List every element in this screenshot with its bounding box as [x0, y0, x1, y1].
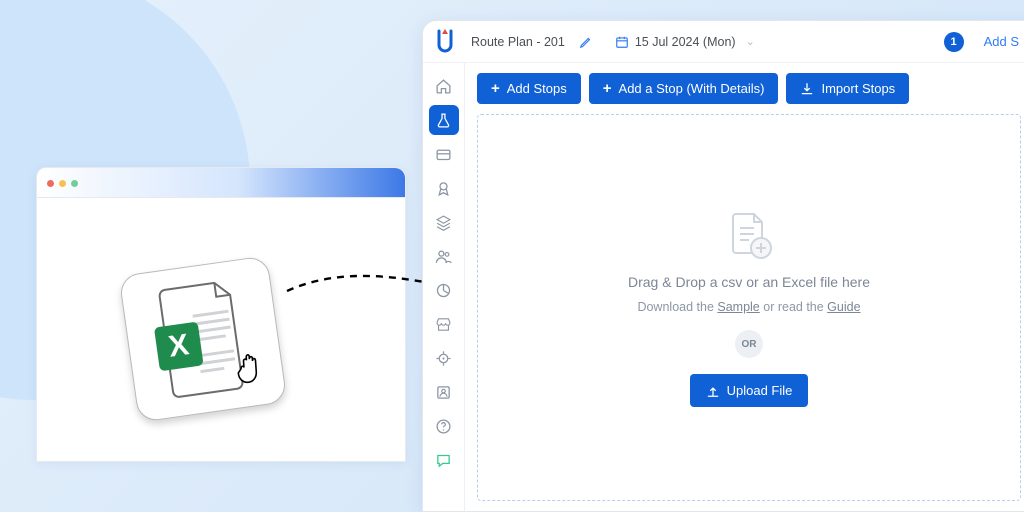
date-selector[interactable]: 15 Jul 2024 (Mon) ⌄	[615, 35, 755, 49]
target-icon	[435, 350, 452, 367]
excel-file-card: X	[118, 255, 287, 422]
add-stop-details-button[interactable]: + Add a Stop (With Details)	[589, 73, 779, 104]
dropzone-subtext: Download the Sample or read the Guide	[637, 300, 860, 314]
grab-cursor-icon	[231, 347, 274, 390]
import-stops-label: Import Stops	[821, 81, 895, 96]
step-label: Add S	[984, 34, 1019, 49]
card-icon	[435, 146, 452, 163]
store-icon	[435, 316, 452, 333]
file-dropzone[interactable]: Drag & Drop a csv or an Excel file here …	[477, 114, 1021, 501]
upload-file-button[interactable]: Upload File	[690, 374, 809, 407]
nav-contacts[interactable]	[429, 377, 459, 407]
sample-link[interactable]: Sample	[717, 300, 759, 314]
window-controls	[47, 174, 83, 192]
nav-store[interactable]	[429, 309, 459, 339]
dropzone-title: Drag & Drop a csv or an Excel file here	[628, 274, 870, 290]
import-stops-button[interactable]: Import Stops	[786, 73, 909, 104]
app-window: Route Plan - 201 15 Jul 2024 (Mon) ⌄ 1 A…	[422, 20, 1024, 512]
nav-orders[interactable]	[429, 139, 459, 169]
side-nav	[423, 63, 465, 511]
chat-icon	[435, 452, 452, 469]
app-logo-icon	[435, 29, 455, 55]
add-stops-button[interactable]: + Add Stops	[477, 73, 581, 104]
route-plan-title: Route Plan - 201	[471, 35, 565, 49]
app-header: Route Plan - 201 15 Jul 2024 (Mon) ⌄ 1 A…	[423, 21, 1024, 63]
add-stop-details-label: Add a Stop (With Details)	[619, 81, 765, 96]
help-icon	[435, 418, 452, 435]
flask-icon	[435, 112, 452, 129]
or-divider: OR	[735, 330, 763, 358]
main-pane: + Add Stops + Add a Stop (With Details) …	[465, 63, 1024, 511]
chevron-down-icon: ⌄	[746, 35, 755, 48]
date-text: 15 Jul 2024 (Mon)	[635, 35, 736, 49]
nav-chat[interactable]	[429, 445, 459, 475]
add-stops-label: Add Stops	[507, 81, 567, 96]
nav-badge[interactable]	[429, 173, 459, 203]
nav-help[interactable]	[429, 411, 459, 441]
id-icon	[435, 384, 452, 401]
calendar-icon	[615, 35, 629, 49]
badge-icon	[435, 180, 452, 197]
upload-icon	[706, 384, 720, 398]
upload-file-label: Upload File	[727, 383, 793, 398]
edit-icon[interactable]	[579, 35, 593, 49]
file-add-icon	[721, 208, 777, 264]
users-icon	[435, 248, 452, 265]
nav-tracking[interactable]	[429, 343, 459, 373]
step-number-badge: 1	[944, 32, 964, 52]
nav-layers[interactable]	[429, 207, 459, 237]
import-icon	[800, 82, 814, 96]
nav-home[interactable]	[429, 71, 459, 101]
guide-link[interactable]: Guide	[827, 300, 860, 314]
nav-routes[interactable]	[429, 105, 459, 135]
pie-icon	[435, 282, 452, 299]
nav-analytics[interactable]	[429, 275, 459, 305]
action-bar: + Add Stops + Add a Stop (With Details) …	[477, 73, 1021, 104]
home-icon	[435, 78, 452, 95]
nav-users[interactable]	[429, 241, 459, 271]
browser-titlebar	[37, 168, 405, 198]
layers-icon	[435, 214, 452, 231]
